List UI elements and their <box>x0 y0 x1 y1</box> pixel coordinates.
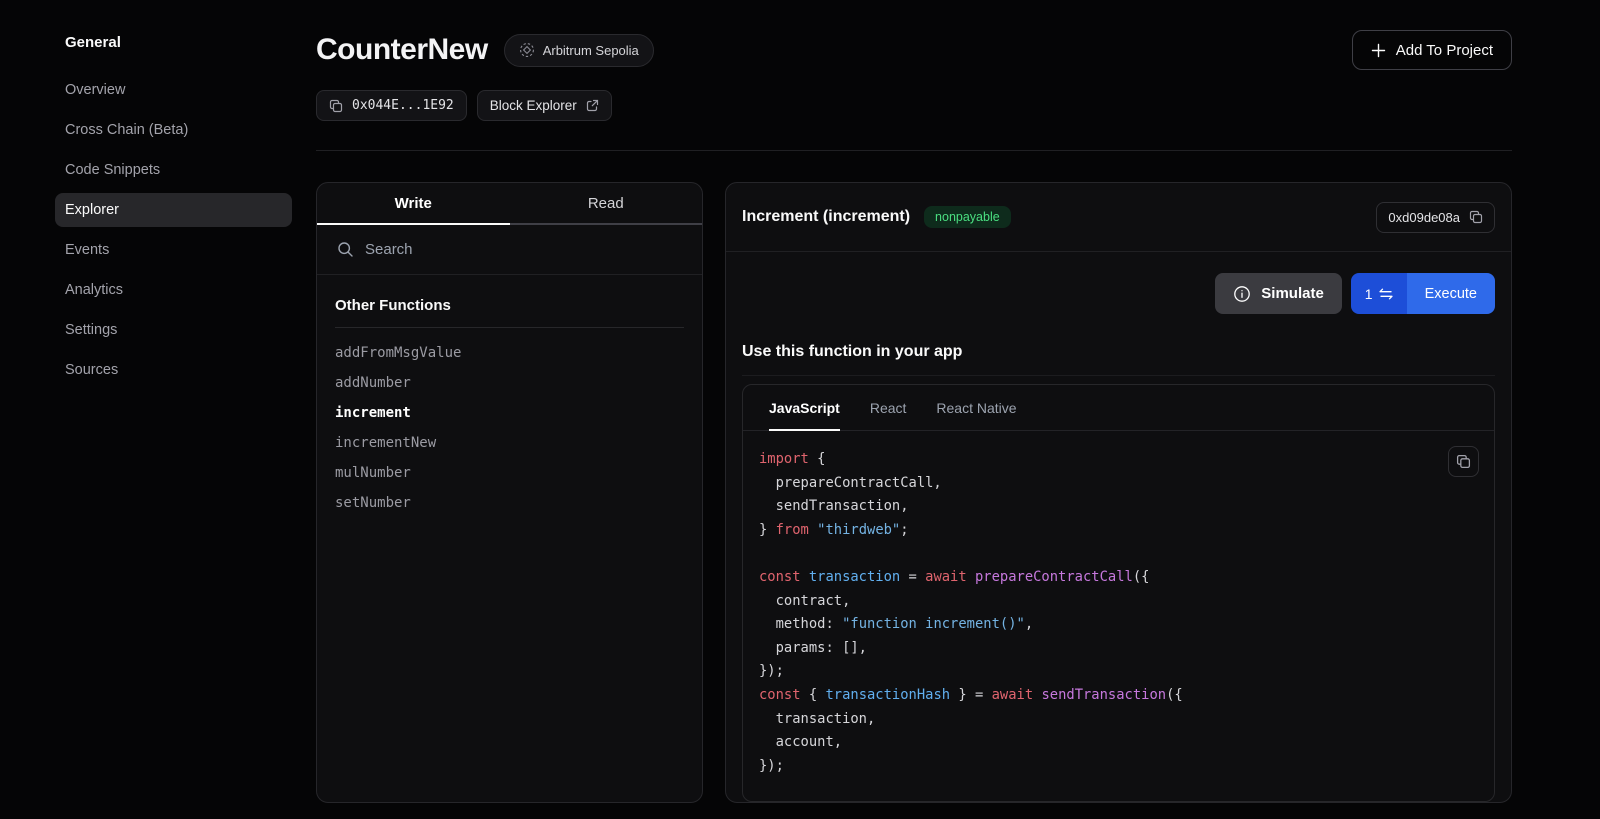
mutability-badge: nonpayable <box>924 206 1011 228</box>
search-row <box>317 225 702 275</box>
code-line: contract, <box>759 590 1478 614</box>
code-line: const transaction = await prepareContrac… <box>759 566 1478 590</box>
code-line: sendTransaction, <box>759 495 1478 519</box>
code-line <box>759 542 1478 566</box>
sidebar-item-code-snippets[interactable]: Code Snippets <box>55 153 292 187</box>
tx-count-label: 1 <box>1365 286 1373 302</box>
code-line: } from "thirdweb"; <box>759 519 1478 543</box>
contract-address-button[interactable]: 0x044E...1E92 <box>316 90 467 121</box>
code-tab-javascript[interactable]: JavaScript <box>769 385 840 431</box>
code-line: transaction, <box>759 708 1478 732</box>
function-selector-button[interactable]: 0xd09de08a <box>1376 202 1495 233</box>
copy-icon <box>1456 454 1471 469</box>
simulate-button[interactable]: Simulate <box>1215 273 1342 314</box>
code-line: }); <box>759 660 1478 684</box>
function-item-increment[interactable]: increment <box>335 398 684 428</box>
tab-read[interactable]: Read <box>510 183 703 225</box>
write-read-tabs: WriteRead <box>317 183 702 225</box>
function-selector-label: 0xd09de08a <box>1388 210 1460 225</box>
copy-code-button[interactable] <box>1448 446 1479 477</box>
add-to-project-button[interactable]: Add To Project <box>1352 30 1512 70</box>
usage-heading: Use this function in your app <box>742 343 1495 361</box>
page-header: CounterNew Arbitrum Sepolia <box>316 0 1512 151</box>
execute-label: Execute <box>1425 286 1477 302</box>
functions-list: addFromMsgValueaddNumberincrementincreme… <box>335 338 684 518</box>
sidebar-items: Overview Cross Chain (Beta) Code Snippets E… <box>55 73 292 387</box>
execute-split-button: 1 Execute <box>1351 273 1495 314</box>
main-content: CounterNew Arbitrum Sepolia <box>316 0 1600 819</box>
header-divider <box>316 150 1512 151</box>
sidebar-item-analytics[interactable]: Analytics <box>55 273 292 307</box>
sidebar-item-sources[interactable]: Sources <box>55 353 292 387</box>
functions-section-divider <box>335 327 684 328</box>
external-link-icon <box>586 99 599 112</box>
network-icon <box>519 42 535 58</box>
sidebar-item-events[interactable]: Events <box>55 233 292 267</box>
tx-count-button[interactable]: 1 <box>1351 273 1407 314</box>
code-snippet: import { prepareContractCall, sendTransa… <box>759 448 1478 778</box>
block-explorer-label: Block Explorer <box>490 98 577 113</box>
code-tab-react-native[interactable]: React Native <box>936 385 1016 431</box>
simulate-label: Simulate <box>1261 285 1324 302</box>
code-line: method: "function increment()", <box>759 613 1478 637</box>
search-icon <box>337 241 354 258</box>
tab-write[interactable]: Write <box>317 183 510 225</box>
function-title: Increment (increment) <box>742 208 910 226</box>
network-badge-label: Arbitrum Sepolia <box>543 43 639 58</box>
copy-icon <box>329 99 343 113</box>
page-title: CounterNew <box>316 33 488 67</box>
sidebar-item-cross-chain-beta[interactable]: Cross Chain (Beta) <box>55 113 292 147</box>
info-icon <box>1233 285 1251 303</box>
sidebar: General Overview Cross Chain (Beta) Code S… <box>0 0 316 819</box>
function-item-addNumber[interactable]: addNumber <box>335 368 684 398</box>
code-line: import { <box>759 448 1478 472</box>
search-input[interactable] <box>365 241 682 258</box>
sidebar-heading: General <box>55 34 292 51</box>
actions-row: Simulate 1 Execute <box>726 273 1511 314</box>
functions-panel: WriteRead Other Functions addFromMsgValu… <box>316 182 703 803</box>
sidebar-item-explorer[interactable]: Explorer <box>55 193 292 227</box>
network-badge[interactable]: Arbitrum Sepolia <box>504 34 654 67</box>
code-tab-react[interactable]: React <box>870 385 907 431</box>
add-to-project-label: Add To Project <box>1396 42 1493 59</box>
function-item-mulNumber[interactable]: mulNumber <box>335 458 684 488</box>
code-line: account, <box>759 731 1478 755</box>
copy-icon <box>1469 210 1483 224</box>
block-explorer-button[interactable]: Block Explorer <box>477 90 612 121</box>
functions-section-title: Other Functions <box>335 297 684 314</box>
code-line: prepareContractCall, <box>759 472 1478 496</box>
sidebar-item-settings[interactable]: Settings <box>55 313 292 347</box>
function-detail-panel: Increment (increment) nonpayable 0xd09de… <box>725 182 1512 803</box>
function-item-addFromMsgValue[interactable]: addFromMsgValue <box>335 338 684 368</box>
code-line: }); <box>759 755 1478 779</box>
code-language-tabs: JavaScript React React Native <box>743 385 1494 431</box>
swap-icon <box>1379 288 1393 300</box>
function-item-incrementNew[interactable]: incrementNew <box>335 428 684 458</box>
usage-divider <box>742 375 1495 376</box>
sidebar-item-overview[interactable]: Overview <box>55 73 292 107</box>
function-item-setNumber[interactable]: setNumber <box>335 488 684 518</box>
code-body: import { prepareContractCall, sendTransa… <box>743 431 1494 801</box>
code-line: const { transactionHash } = await sendTr… <box>759 684 1478 708</box>
function-detail-header: Increment (increment) nonpayable 0xd09de… <box>726 183 1511 252</box>
contract-address-label: 0x044E...1E92 <box>352 98 454 113</box>
code-line: params: [], <box>759 637 1478 661</box>
execute-button[interactable]: Execute <box>1407 273 1495 314</box>
app-window: General Overview Cross Chain (Beta) Code S… <box>0 0 1600 819</box>
plus-icon <box>1371 43 1386 58</box>
code-card: JavaScript React React Native import { pre… <box>742 384 1495 802</box>
